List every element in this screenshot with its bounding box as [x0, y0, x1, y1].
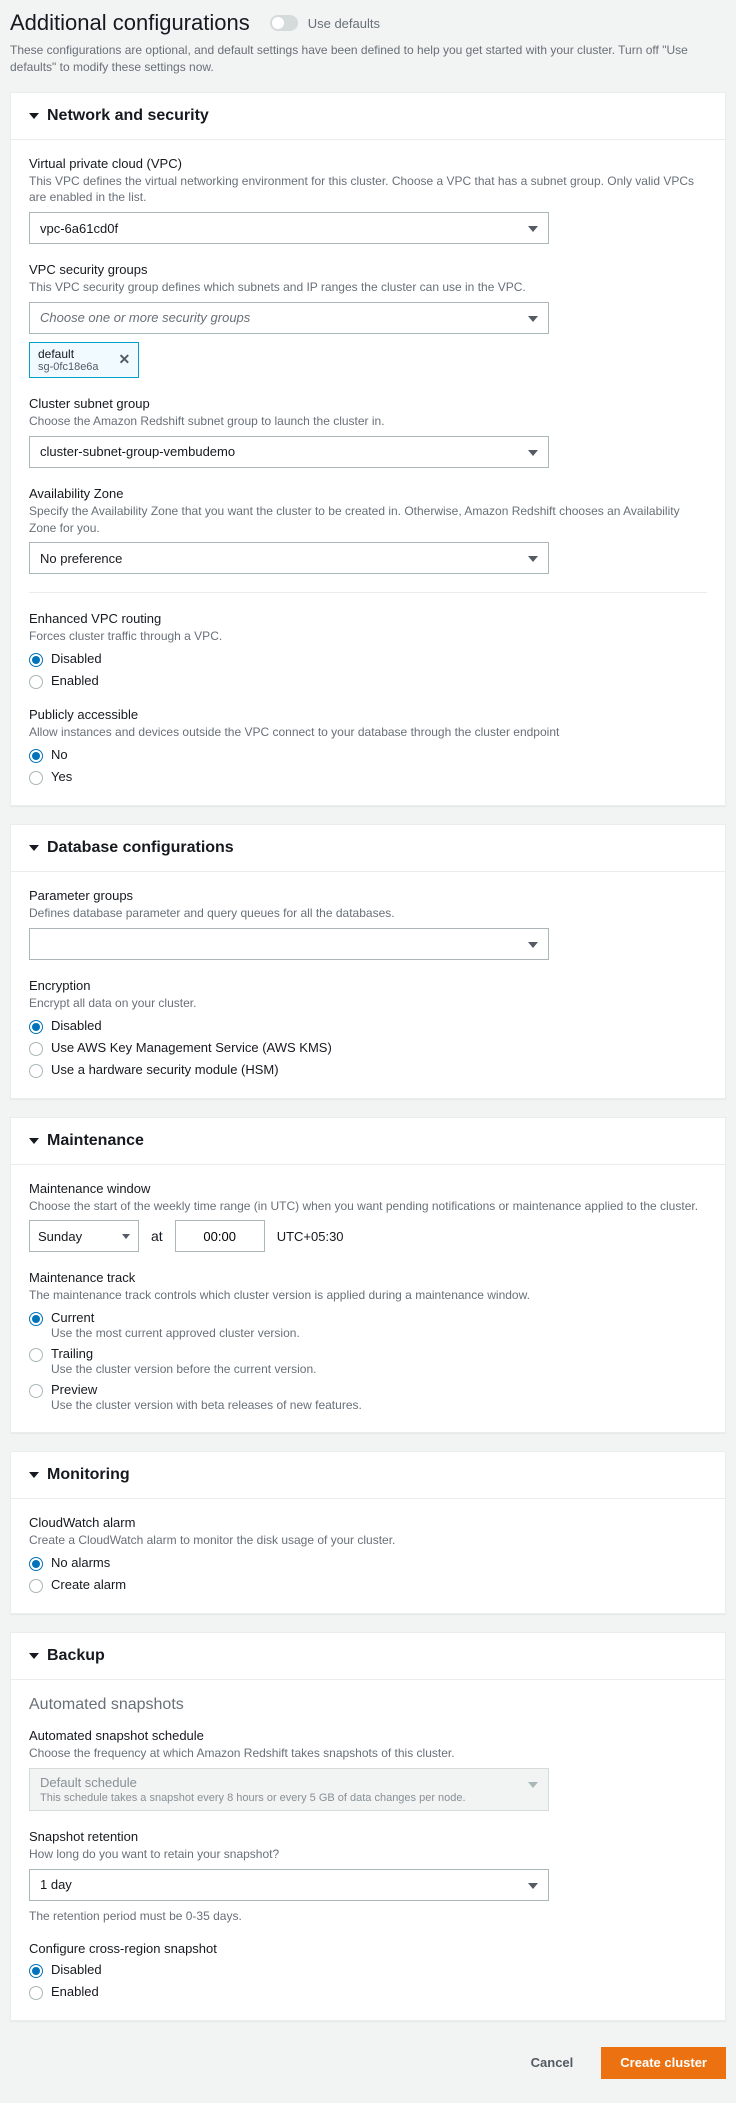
caret-down-icon	[29, 1472, 39, 1478]
cross-enabled-radio[interactable]: Enabled	[29, 1984, 707, 2000]
sg-tag: default sg-0fc18e6a ✕	[29, 342, 139, 378]
auto-snapshots-subtitle: Automated snapshots	[29, 1696, 707, 1714]
sg-desc: This VPC security group defines which su…	[29, 279, 707, 296]
track-preview-radio[interactable]: PreviewUse the cluster version with beta…	[29, 1382, 707, 1412]
pg-select[interactable]	[29, 928, 549, 960]
cancel-button[interactable]: Cancel	[513, 2047, 592, 2079]
schedule-label: Automated snapshot schedule	[29, 1728, 707, 1743]
subnet-select[interactable]: cluster-subnet-group-vembudemo	[29, 436, 549, 468]
use-defaults-toggle[interactable]	[270, 15, 298, 31]
az-label: Availability Zone	[29, 486, 707, 501]
track-trailing-radio[interactable]: TrailingUse the cluster version before t…	[29, 1346, 707, 1376]
mw-desc: Choose the start of the weekly time rang…	[29, 1198, 707, 1215]
mw-time-input[interactable]	[175, 1220, 265, 1252]
track-label: Maintenance track	[29, 1270, 707, 1285]
enc-kms-radio[interactable]: Use AWS Key Management Service (AWS KMS)	[29, 1040, 707, 1056]
az-select[interactable]: No preference	[29, 542, 549, 574]
caret-down-icon	[29, 1653, 39, 1659]
caret-down-icon	[29, 1138, 39, 1144]
monitoring-header[interactable]: Monitoring	[11, 1452, 725, 1498]
subnet-label: Cluster subnet group	[29, 396, 707, 411]
caret-down-icon	[29, 845, 39, 851]
vpc-label: Virtual private cloud (VPC)	[29, 156, 707, 171]
mw-label: Maintenance window	[29, 1181, 707, 1196]
cross-disabled-radio[interactable]: Disabled	[29, 1962, 707, 1978]
schedule-desc: Choose the frequency at which Amazon Red…	[29, 1745, 707, 1762]
caret-down-icon	[29, 113, 39, 119]
cw-create-radio[interactable]: Create alarm	[29, 1577, 707, 1593]
track-current-radio[interactable]: CurrentUse the most current approved clu…	[29, 1310, 707, 1340]
schedule-select: Default schedule This schedule takes a s…	[29, 1768, 549, 1811]
cw-desc: Create a CloudWatch alarm to monitor the…	[29, 1532, 707, 1549]
vpc-desc: This VPC defines the virtual networking …	[29, 173, 707, 207]
retention-desc: How long do you want to retain your snap…	[29, 1846, 707, 1863]
enc-disabled-radio[interactable]: Disabled	[29, 1018, 707, 1034]
enc-desc: Encrypt all data on your cluster.	[29, 995, 707, 1012]
sg-tag-id: sg-0fc18e6a	[38, 361, 99, 373]
sg-label: VPC security groups	[29, 262, 707, 277]
sg-tag-name: default	[38, 347, 99, 361]
network-security-title: Network and security	[47, 107, 209, 125]
subnet-desc: Choose the Amazon Redshift subnet group …	[29, 413, 707, 430]
monitoring-panel: Monitoring CloudWatch alarm Create a Clo…	[10, 1451, 726, 1614]
pg-label: Parameter groups	[29, 888, 707, 903]
page-description: These configurations are optional, and d…	[10, 42, 726, 76]
az-desc: Specify the Availability Zone that you w…	[29, 503, 707, 537]
create-cluster-button[interactable]: Create cluster	[601, 2047, 726, 2079]
mw-timezone: UTC+05:30	[277, 1229, 344, 1244]
cross-region-label: Configure cross-region snapshot	[29, 1941, 707, 1956]
monitoring-title: Monitoring	[47, 1466, 130, 1484]
retention-label: Snapshot retention	[29, 1829, 707, 1844]
public-yes-radio[interactable]: Yes	[29, 769, 707, 785]
maintenance-panel: Maintenance Maintenance window Choose th…	[10, 1117, 726, 1434]
backup-title: Backup	[47, 1647, 105, 1665]
track-desc: The maintenance track controls which clu…	[29, 1287, 707, 1304]
maintenance-title: Maintenance	[47, 1132, 144, 1150]
database-config-title: Database configurations	[47, 839, 234, 857]
evr-disabled-radio[interactable]: Disabled	[29, 651, 707, 667]
network-security-header[interactable]: Network and security	[11, 93, 725, 139]
database-config-header[interactable]: Database configurations	[11, 825, 725, 871]
retention-note: The retention period must be 0-35 days.	[29, 1909, 707, 1923]
mw-day-select[interactable]: Sunday	[29, 1220, 139, 1252]
cw-label: CloudWatch alarm	[29, 1515, 707, 1530]
evr-desc: Forces cluster traffic through a VPC.	[29, 628, 707, 645]
public-label: Publicly accessible	[29, 707, 707, 722]
cw-none-radio[interactable]: No alarms	[29, 1555, 707, 1571]
enc-label: Encryption	[29, 978, 707, 993]
enc-hsm-radio[interactable]: Use a hardware security module (HSM)	[29, 1062, 707, 1078]
public-no-radio[interactable]: No	[29, 747, 707, 763]
maintenance-header[interactable]: Maintenance	[11, 1118, 725, 1164]
sg-select[interactable]: Choose one or more security groups	[29, 302, 549, 334]
pg-desc: Defines database parameter and query que…	[29, 905, 707, 922]
page-title: Additional configurations	[10, 10, 250, 36]
retention-select[interactable]: 1 day	[29, 1869, 549, 1901]
use-defaults-label: Use defaults	[308, 16, 380, 31]
backup-panel: Backup Automated snapshots Automated sna…	[10, 1632, 726, 2021]
sg-tag-remove-icon[interactable]: ✕	[119, 351, 131, 368]
vpc-select[interactable]: vpc-6a61cd0f	[29, 212, 549, 244]
database-config-panel: Database configurations Parameter groups…	[10, 824, 726, 1099]
evr-enabled-radio[interactable]: Enabled	[29, 673, 707, 689]
backup-header[interactable]: Backup	[11, 1633, 725, 1679]
divider	[29, 592, 707, 593]
mw-at-label: at	[151, 1228, 163, 1244]
evr-label: Enhanced VPC routing	[29, 611, 707, 626]
public-desc: Allow instances and devices outside the …	[29, 724, 707, 741]
network-security-panel: Network and security Virtual private clo…	[10, 92, 726, 806]
